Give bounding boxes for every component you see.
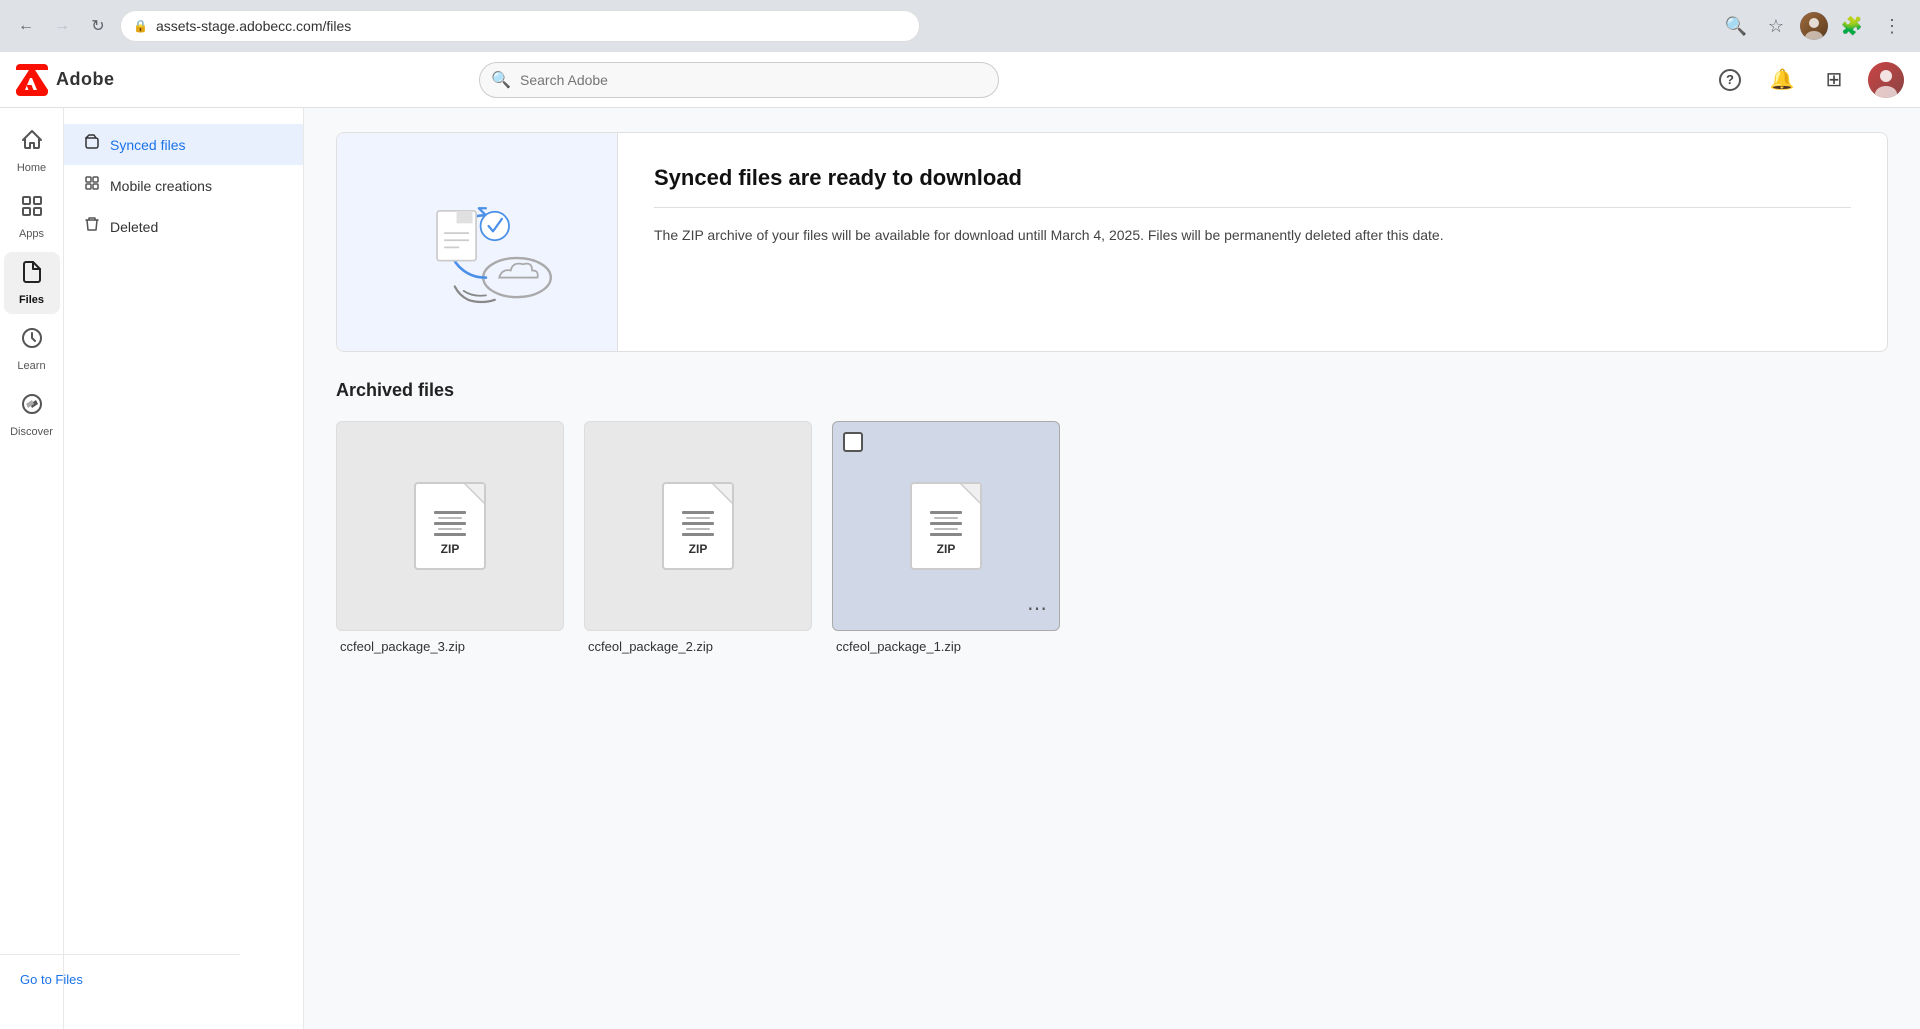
sidebar-item-files[interactable]: Files bbox=[4, 252, 60, 314]
banner-content: Synced files are ready to download The Z… bbox=[617, 133, 1887, 351]
zip-icon-2: ZIP bbox=[662, 482, 734, 570]
search-page-button[interactable]: 🔍 bbox=[1720, 10, 1752, 42]
reload-button[interactable]: ↻ bbox=[84, 12, 112, 40]
zip-icon-1: ZIP bbox=[414, 482, 486, 570]
top-nav: Adobe 🔍 ? 🔔 ⊞ bbox=[0, 52, 1920, 108]
apps-icon bbox=[20, 194, 44, 224]
sidebar-item-home-label: Home bbox=[17, 162, 46, 174]
file-name-1: ccfeol_package_3.zip bbox=[336, 639, 564, 654]
sidebar-item-learn[interactable]: Learn bbox=[4, 318, 60, 380]
banner-illustration bbox=[337, 133, 617, 351]
bookmark-button[interactable]: ☆ bbox=[1760, 10, 1792, 42]
banner-title: Synced files are ready to download bbox=[654, 165, 1851, 208]
content-area: Synced files are ready to download The Z… bbox=[304, 108, 1920, 1029]
sidebar-item-files-label: Files bbox=[19, 294, 44, 306]
user-avatar[interactable] bbox=[1868, 62, 1904, 98]
adobe-logo-svg bbox=[16, 64, 48, 96]
user-avatar-svg bbox=[1868, 62, 1904, 98]
app: Adobe 🔍 ? 🔔 ⊞ bbox=[0, 52, 1920, 1029]
browser-toolbar: ← → ↻ 🔒 assets-stage.adobecc.com/files 🔍… bbox=[0, 0, 1920, 52]
help-button[interactable]: ? bbox=[1712, 62, 1748, 98]
left-sidebar: Home Apps bbox=[0, 108, 64, 1029]
grid-apps-button[interactable]: ⊞ bbox=[1816, 62, 1852, 98]
help-icon: ? bbox=[1719, 69, 1741, 91]
sidebar-item-apps-label: Apps bbox=[19, 228, 44, 240]
synced-files-banner: Synced files are ready to download The Z… bbox=[336, 132, 1888, 352]
illustration-svg bbox=[387, 162, 567, 322]
file-thumb-1[interactable]: ZIP bbox=[336, 421, 564, 631]
nav-deleted[interactable]: Deleted bbox=[64, 206, 303, 247]
lock-icon: 🔒 bbox=[133, 19, 148, 33]
sidebar-item-learn-label: Learn bbox=[17, 360, 45, 372]
sidebar-item-discover[interactable]: Discover bbox=[4, 384, 60, 446]
deleted-icon bbox=[84, 216, 100, 237]
forward-button[interactable]: → bbox=[48, 12, 76, 40]
go-to-files-link[interactable]: Go to Files bbox=[64, 972, 83, 987]
browser-actions: 🔍 ☆ 🧩 ⋮ bbox=[1720, 10, 1908, 42]
url-text: assets-stage.adobecc.com/files bbox=[156, 18, 351, 34]
discover-icon bbox=[20, 392, 44, 422]
file-thumb-2[interactable]: ZIP bbox=[584, 421, 812, 631]
nav-mobile-creations[interactable]: Mobile creations bbox=[64, 165, 303, 206]
browser-frame: ← → ↻ 🔒 assets-stage.adobecc.com/files 🔍… bbox=[0, 0, 1920, 52]
menu-button[interactable]: ⋮ bbox=[1876, 10, 1908, 42]
file-name-3: ccfeol_package_1.zip bbox=[832, 639, 1060, 654]
archived-files-section: Archived files bbox=[336, 380, 1888, 654]
nav-sidebar: Synced files Mobile creations bbox=[64, 108, 304, 1029]
files-icon bbox=[20, 260, 44, 290]
adobe-logo[interactable]: Adobe bbox=[16, 64, 115, 96]
mobile-creations-icon bbox=[84, 175, 100, 196]
notifications-button[interactable]: 🔔 bbox=[1764, 62, 1800, 98]
file-name-2: ccfeol_package_2.zip bbox=[584, 639, 812, 654]
more-options-button-3[interactable]: ⋯ bbox=[1023, 594, 1051, 622]
files-grid: ZIP ccfeol_package_3.zip bbox=[336, 421, 1888, 654]
synced-files-label: Synced files bbox=[110, 137, 185, 153]
zip-icon-3: ZIP bbox=[910, 482, 982, 570]
file-card-3: ZIP ⋯ ccfeol_package_1.zip bbox=[832, 421, 1060, 654]
extensions-button[interactable]: 🧩 bbox=[1836, 10, 1868, 42]
browser-profile[interactable] bbox=[1800, 12, 1828, 40]
grid-icon: ⊞ bbox=[1826, 67, 1843, 92]
banner-text: The ZIP archive of your files will be av… bbox=[654, 224, 1851, 246]
mobile-creations-label: Mobile creations bbox=[110, 178, 212, 194]
search-icon: 🔍 bbox=[491, 70, 511, 90]
bell-icon: 🔔 bbox=[1770, 67, 1795, 92]
file-thumb-3[interactable]: ZIP ⋯ bbox=[832, 421, 1060, 631]
search-input[interactable] bbox=[479, 62, 999, 98]
address-bar[interactable]: 🔒 assets-stage.adobecc.com/files bbox=[120, 10, 920, 42]
back-button[interactable]: ← bbox=[12, 12, 40, 40]
sidebar-item-discover-label: Discover bbox=[10, 426, 53, 438]
synced-files-icon bbox=[84, 134, 100, 155]
learn-icon bbox=[20, 326, 44, 356]
adobe-wordmark: Adobe bbox=[56, 69, 115, 90]
sidebar-item-apps[interactable]: Apps bbox=[4, 186, 60, 248]
file-card-1: ZIP ccfeol_package_3.zip bbox=[336, 421, 564, 654]
file-card-2: ZIP ccfeol_package_2.zip bbox=[584, 421, 812, 654]
archived-files-title: Archived files bbox=[336, 380, 1888, 401]
file-checkbox-3[interactable] bbox=[843, 432, 863, 452]
nav-synced-files[interactable]: Synced files bbox=[64, 124, 303, 165]
sidebar-item-home[interactable]: Home bbox=[4, 120, 60, 182]
home-icon bbox=[20, 128, 44, 158]
nav-actions: ? 🔔 ⊞ bbox=[1712, 62, 1904, 98]
main-area: Home Apps bbox=[0, 108, 1920, 1029]
deleted-label: Deleted bbox=[110, 219, 158, 235]
search-bar[interactable]: 🔍 bbox=[479, 62, 999, 98]
